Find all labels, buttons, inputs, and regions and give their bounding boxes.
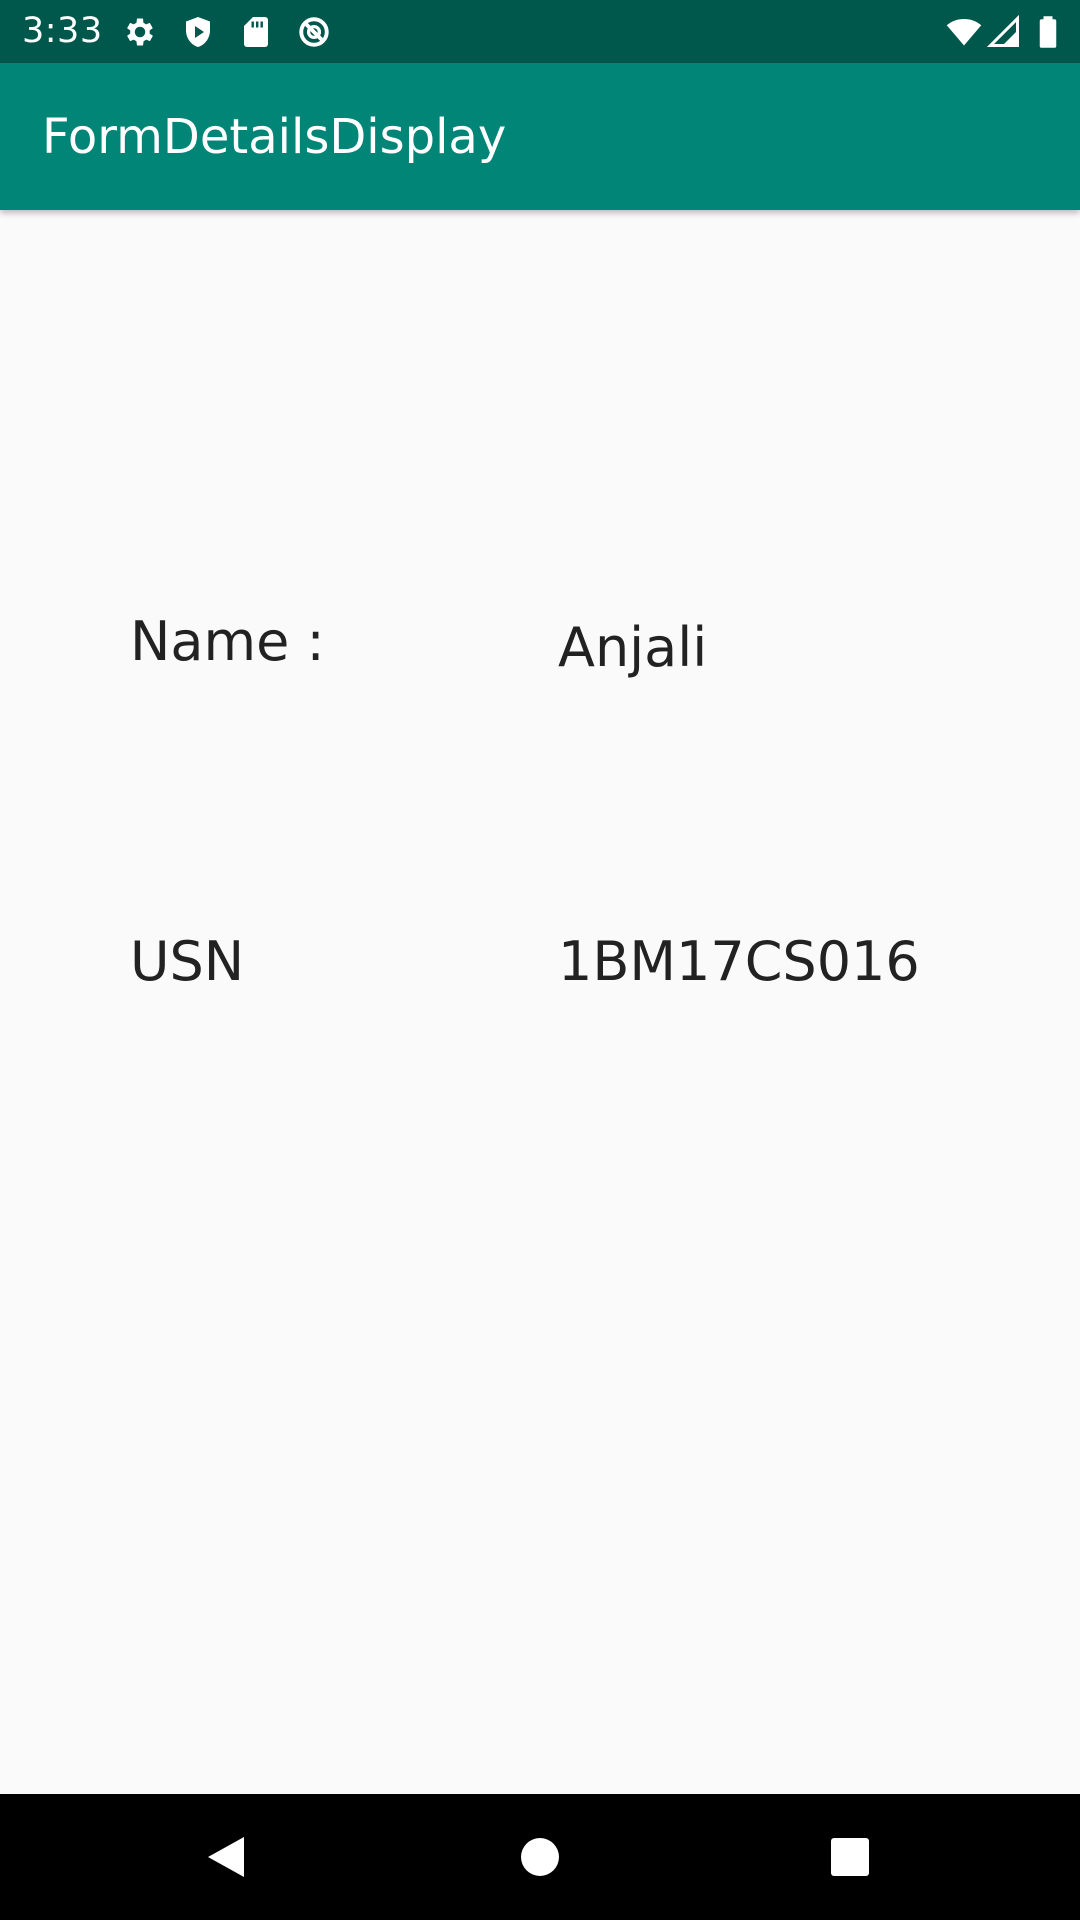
recents-button[interactable] <box>812 1819 888 1895</box>
wifi-icon <box>946 14 982 50</box>
back-icon <box>208 1837 244 1877</box>
name-label: Name : <box>130 610 325 673</box>
home-button[interactable] <box>502 1819 578 1895</box>
cellular-signal-icon <box>986 14 1022 50</box>
settings-gear-icon <box>122 14 158 50</box>
battery-icon <box>1030 14 1066 50</box>
navigation-bar <box>0 1794 1080 1920</box>
home-icon <box>521 1838 559 1876</box>
shield-play-icon <box>180 14 216 50</box>
app-bar: FormDetailsDisplay <box>0 63 1080 210</box>
name-value: Anjali <box>558 616 708 679</box>
details-content: Name : Anjali USN 1BM17CS016 <box>0 210 1080 1794</box>
sd-card-icon <box>238 14 274 50</box>
status-bar: 3:33 <box>0 0 1080 63</box>
no-sync-icon <box>296 14 332 50</box>
app-title: FormDetailsDisplay <box>42 109 507 165</box>
back-button[interactable] <box>188 1819 264 1895</box>
usn-label: USN <box>130 930 245 993</box>
usn-value: 1BM17CS016 <box>558 930 920 993</box>
recents-icon <box>831 1838 869 1876</box>
screen: 3:33 FormDetailsDisplay Name : Anjali US… <box>0 0 1080 1920</box>
status-time: 3:33 <box>22 11 103 51</box>
